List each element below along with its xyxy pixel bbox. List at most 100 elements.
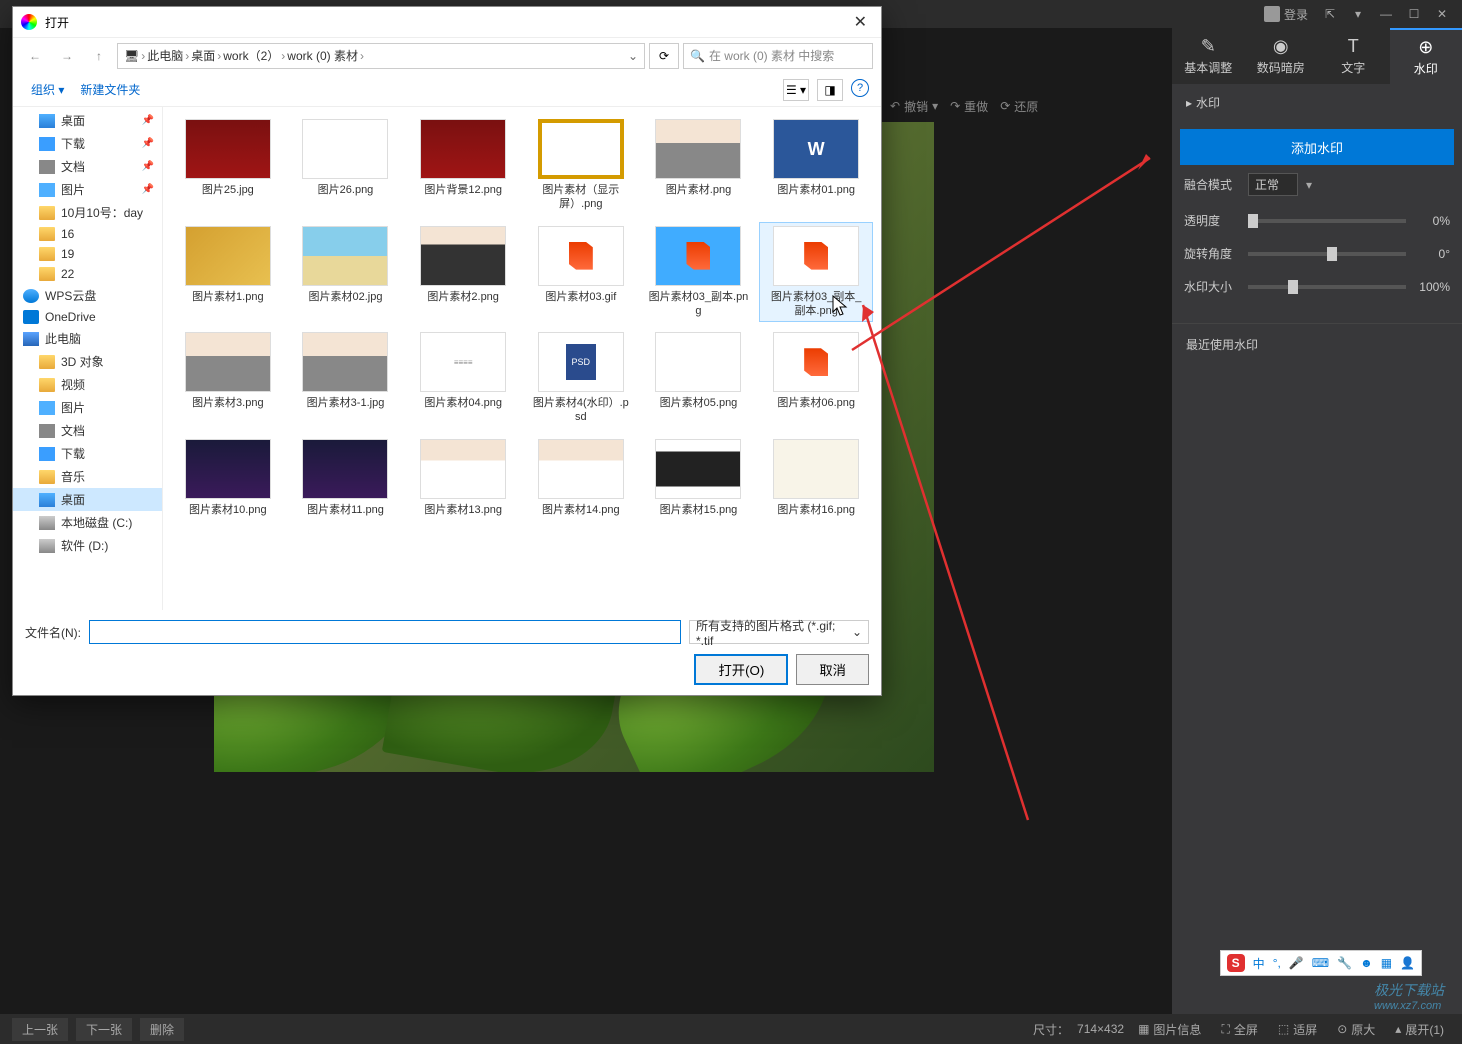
chevron-down-icon[interactable]: ⌄ [628,49,638,63]
nav-up-button[interactable]: ↑ [85,44,113,68]
login-button[interactable]: 登录 [1256,6,1316,23]
file-item[interactable]: 图片素材13.png [406,435,520,521]
file-item[interactable]: PSD图片素材4(水印）.psd [524,328,638,429]
blend-select[interactable]: 正常 [1248,173,1298,196]
file-item[interactable]: 图片素材05.png [642,328,756,429]
ime-toolbar[interactable]: S 中 °, 🎤 ⌨ 🔧 ☻ ▦ 👤 [1220,950,1422,976]
breadcrumb-item[interactable]: 此电脑 [147,47,183,64]
add-watermark-button[interactable]: 添加水印 [1180,129,1454,165]
organize-button[interactable]: 组织 ▾ [25,79,70,100]
ime-grid-icon[interactable]: ▦ [1381,956,1392,970]
refresh-button[interactable]: ⟳ [649,43,679,69]
tab-watermark[interactable]: ⊕ 水印 [1390,28,1462,84]
ime-lang[interactable]: 中 [1253,955,1265,972]
tab-darkroom[interactable]: ◉ 数码暗房 [1245,28,1318,84]
sidebar-item[interactable]: 19 [13,244,162,264]
ime-tool-icon[interactable]: 🔧 [1337,956,1352,970]
tab-basic[interactable]: ✎ 基本调整 [1172,28,1245,84]
file-item[interactable]: 图片素材11.png [289,435,403,521]
sidebar-item[interactable]: 3D 对象 [13,350,162,373]
file-item[interactable]: 图片素材2.png [406,222,520,323]
sidebar-item[interactable]: 下载 [13,442,162,465]
file-item[interactable]: 图片素材03_副本_副本.png [759,222,873,323]
original-button[interactable]: ⊙原大 [1331,1021,1381,1038]
file-item[interactable]: 图片素材15.png [642,435,756,521]
delete-button[interactable]: 删除 [140,1018,184,1041]
search-input[interactable]: 🔍 在 work (0) 素材 中搜索 [683,43,873,69]
file-item[interactable]: 图片素材.png [642,115,756,216]
rotate-slider[interactable] [1248,252,1406,256]
file-item[interactable]: 图片素材3-1.jpg [289,328,403,429]
sidebar-item[interactable]: 音乐 [13,465,162,488]
view-mode-button[interactable]: ☰ ▾ [783,79,809,101]
sidebar-item[interactable]: 10月10号：day [13,201,162,224]
pin-button[interactable]: ⇱ [1316,4,1344,24]
file-item[interactable]: 图片素材16.png [759,435,873,521]
new-folder-button[interactable]: 新建文件夹 [74,79,146,100]
preview-button[interactable]: ◨ [817,79,843,101]
cancel-button[interactable]: 取消 [796,654,869,685]
tab-text[interactable]: T 文字 [1317,28,1390,84]
minimize-button[interactable]: — [1372,4,1400,24]
ime-keyboard-icon[interactable]: ⌨ [1312,956,1329,970]
file-item[interactable]: 图片26.png [289,115,403,216]
dialog-titlebar[interactable]: 打开 ✕ [13,7,881,37]
file-item[interactable]: 图片素材03_副本.png [642,222,756,323]
sidebar-item[interactable]: WPS云盘 [13,284,162,307]
sidebar-item[interactable]: 软件 (D:) [13,534,162,557]
sidebar-item[interactable]: 视频 [13,373,162,396]
file-item[interactable]: W图片素材01.png [759,115,873,216]
filename-input[interactable] [89,620,681,644]
ime-user-icon[interactable]: 👤 [1400,956,1415,970]
sidebar-item[interactable]: OneDrive [13,307,162,327]
ime-face-icon[interactable]: ☻ [1360,956,1373,970]
sidebar-item[interactable]: 16 [13,224,162,244]
file-item[interactable]: ≡≡≡≡图片素材04.png [406,328,520,429]
file-item[interactable]: 图片背景12.png [406,115,520,216]
sidebar-item[interactable]: 桌面📌 [13,109,162,132]
restore-button[interactable]: ⟳还原 [1000,98,1038,115]
size-slider[interactable] [1248,285,1406,289]
sidebar-item[interactable]: 此电脑 [13,327,162,350]
file-item[interactable]: 图片素材14.png [524,435,638,521]
fullscreen-button[interactable]: ⛶全屏 [1215,1021,1263,1038]
redo-button[interactable]: ↷重做 [950,98,988,115]
file-item[interactable]: 图片素材（显示屏）.png [524,115,638,216]
maximize-button[interactable]: ☐ [1400,4,1428,24]
file-item[interactable]: 图片素材02.jpg [289,222,403,323]
ime-mic-icon[interactable]: 🎤 [1289,956,1304,970]
sidebar-item[interactable]: 下载📌 [13,132,162,155]
expand-button[interactable]: ▴展开(1) [1389,1021,1450,1038]
breadcrumb-item[interactable]: work (0) 素材 [287,47,358,64]
breadcrumb-item[interactable]: work（2） [223,47,279,64]
open-button[interactable]: 打开(O) [694,654,788,685]
breadcrumb-item[interactable]: 桌面 [191,47,215,64]
nav-back-button[interactable]: ← [21,44,49,68]
breadcrumb[interactable]: 🖥 › 此电脑 › 桌面 › work（2） › work (0) 素材 › ⌄ [117,43,645,69]
undo-button[interactable]: ↶撤销▾ [890,98,938,115]
chevron-down-icon[interactable]: ▾ [1306,178,1312,192]
prev-button[interactable]: 上一张 [12,1018,68,1041]
file-item[interactable]: 图片素材06.png [759,328,873,429]
sidebar-item[interactable]: 本地磁盘 (C:) [13,511,162,534]
sidebar-item[interactable]: 桌面 [13,488,162,511]
file-item[interactable]: 图片素材3.png [171,328,285,429]
file-item[interactable]: 图片素材1.png [171,222,285,323]
fit-button[interactable]: ⬚适屏 [1272,1021,1323,1038]
dialog-close-button[interactable]: ✕ [848,12,873,32]
ime-punct-icon[interactable]: °, [1273,956,1281,970]
sidebar-item[interactable]: 22 [13,264,162,284]
close-button[interactable]: ✕ [1428,4,1456,24]
opacity-slider[interactable] [1248,219,1406,223]
image-info-button[interactable]: ▦图片信息 [1132,1021,1207,1038]
file-item[interactable]: 图片素材03.gif [524,222,638,323]
nav-forward-button[interactable]: → [53,44,81,68]
file-item[interactable]: 图片25.jpg [171,115,285,216]
sidebar-item[interactable]: 图片📌 [13,178,162,201]
sidebar-item[interactable]: 文档📌 [13,155,162,178]
sidebar-item[interactable]: 文档 [13,419,162,442]
filetype-select[interactable]: 所有支持的图片格式 (*.gif; *.tif ⌄ [689,620,869,644]
panel-header[interactable]: ▸ 水印 [1172,84,1462,121]
next-button[interactable]: 下一张 [76,1018,132,1041]
sidebar-item[interactable]: 图片 [13,396,162,419]
